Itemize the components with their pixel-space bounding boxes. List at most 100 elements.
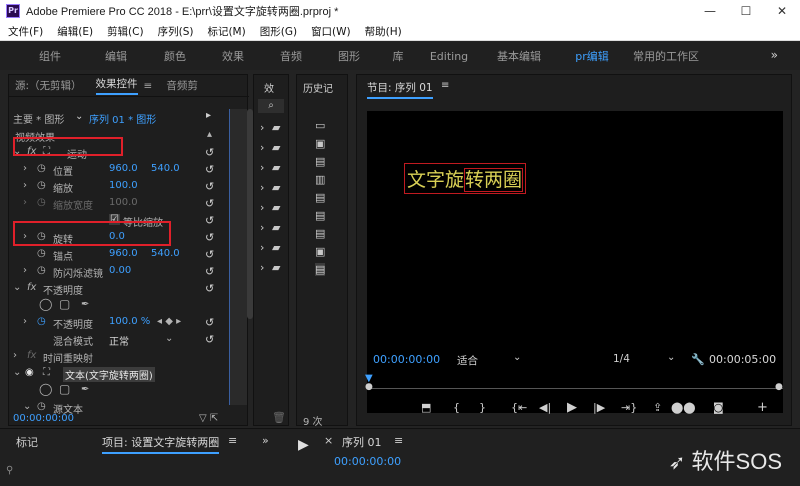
current-timecode[interactable]: 00:00:00:00 — [373, 353, 440, 366]
visibility-eye-icon[interactable]: ◉ — [25, 367, 34, 378]
menu-clip[interactable]: 剪辑(C) — [107, 24, 144, 39]
menu-sequence[interactable]: 序列(S) — [158, 24, 194, 39]
collapse-triangle-icon[interactable]: ▴ — [207, 129, 212, 140]
expand-arrow-icon[interactable]: › — [260, 141, 264, 154]
tab-project[interactable]: 项目: 设置文字旋转两圈 — [102, 434, 220, 454]
wrench-icon[interactable]: 🔧 — [691, 353, 705, 366]
reset-icon[interactable]: ↺ — [205, 197, 214, 210]
keyframe-timeline-strip[interactable] — [229, 109, 247, 405]
effects-panel-title[interactable]: 效 — [264, 80, 274, 95]
go-to-out-icon[interactable]: ⇥} — [621, 401, 637, 414]
antiflicker-value[interactable]: 0.00 — [109, 265, 131, 276]
folder-icon[interactable]: ▰ — [272, 161, 280, 174]
history-step-icon[interactable]: ▥ — [315, 173, 325, 186]
tool-selection-icon[interactable]: ▶ — [298, 437, 309, 453]
history-step-icon[interactable]: ▤ — [315, 227, 325, 240]
workspace-tab-color[interactable]: 颜色 — [146, 48, 204, 64]
scale-value[interactable]: 100.0 — [109, 180, 138, 191]
master-clip-label[interactable]: 主要 * 图形 — [13, 111, 64, 126]
menu-graphics[interactable]: 图形(G) — [260, 24, 297, 39]
chevron-down-icon[interactable]: ⌄ — [667, 352, 675, 363]
stopwatch-icon[interactable]: ◷ — [37, 248, 46, 259]
mark-in-icon[interactable]: { — [453, 401, 460, 414]
mark-out-icon[interactable]: } — [479, 401, 486, 414]
tab-source[interactable]: 源:（无剪辑） — [15, 78, 82, 93]
history-step-icon[interactable]: ▤ — [315, 263, 326, 276]
history-step-icon[interactable]: ▤ — [315, 155, 325, 168]
pen-mask-icon[interactable]: ✒ — [81, 384, 89, 395]
step-back-icon[interactable]: ◀| — [539, 401, 551, 414]
position-y-value[interactable]: 540.0 — [151, 163, 180, 174]
text-layer-label[interactable]: 文本(文字旋转两圈) — [63, 367, 155, 382]
add-marker-icon[interactable]: ⬒ — [421, 401, 431, 414]
rectangle-mask-icon[interactable]: ▢ — [59, 297, 70, 311]
monitor-time-ruler[interactable] — [367, 375, 783, 389]
reset-icon[interactable]: ↺ — [205, 282, 214, 295]
anchor-x-value[interactable]: 960.0 — [109, 248, 138, 259]
folder-icon[interactable]: ▰ — [272, 261, 280, 274]
keyframe-nav-icon[interactable]: ◂ ◆ ▸ — [157, 316, 181, 327]
expand-chevron-icon[interactable]: ⌄ — [13, 367, 21, 378]
workspace-tab-libraries[interactable]: 库 — [378, 48, 418, 64]
row-opacity-section[interactable]: ⌄ fx 不透明度 ↺ — [9, 280, 221, 297]
chevron-down-icon[interactable]: ⌄ — [513, 352, 521, 363]
play-triangle-icon[interactable]: ▸ — [206, 110, 211, 121]
workspace-tab-editing-cn[interactable]: 编辑 — [86, 48, 146, 64]
program-video-canvas[interactable] — [367, 111, 783, 413]
ruler-start-icon[interactable]: ● — [365, 382, 373, 392]
expand-arrow-icon[interactable]: › — [13, 350, 17, 361]
ellipse-mask-icon[interactable]: ◯ — [39, 382, 52, 396]
maximize-button[interactable]: ☐ — [728, 0, 764, 22]
history-step-icon[interactable]: ▣ — [315, 245, 325, 258]
panel-menu-icon[interactable]: ≡ — [394, 434, 403, 447]
expand-panels-icon[interactable]: » — [262, 434, 269, 447]
sequence-timecode[interactable]: 00:00:00:00 — [334, 455, 401, 468]
history-step-icon[interactable]: ▣ — [315, 137, 325, 150]
expand-arrow-icon[interactable]: › — [23, 163, 27, 174]
add-button-icon[interactable]: + — [757, 400, 768, 415]
search-icon[interactable]: ⌕ — [258, 99, 284, 113]
workspace-tab-assembly[interactable]: 组件 — [14, 48, 86, 64]
panel-menu-icon[interactable]: ≡ — [228, 434, 237, 447]
stopwatch-icon[interactable]: ◷ — [37, 163, 46, 174]
folder-icon[interactable]: ▰ — [272, 201, 280, 214]
workspace-tab-pr-edit[interactable]: pr编辑 — [558, 48, 626, 64]
menu-window[interactable]: 窗口(W) — [311, 24, 351, 39]
position-x-value[interactable]: 960.0 — [109, 163, 138, 174]
expand-arrow-icon[interactable]: › — [23, 180, 27, 191]
expand-arrow-icon[interactable]: › — [260, 261, 264, 274]
lift-icon[interactable]: ⇪ — [653, 401, 662, 414]
reset-icon[interactable]: ↺ — [205, 316, 214, 329]
history-step-icon[interactable]: ▤ — [315, 191, 325, 204]
expand-arrow-icon[interactable]: › — [260, 121, 264, 134]
menu-edit[interactable]: 编辑(E) — [57, 24, 93, 39]
expand-arrow-icon[interactable]: › — [260, 241, 264, 254]
tab-audio-clip-mixer[interactable]: 音频剪 — [166, 78, 198, 93]
workspace-tab-basic-edit[interactable]: 基本编辑 — [480, 48, 558, 64]
reset-icon[interactable]: ↺ — [205, 146, 214, 159]
program-title-text[interactable]: 文字旋转两圈 — [404, 163, 527, 194]
opacity-value[interactable]: 100.0 % — [109, 316, 150, 327]
tab-markers[interactable]: 标记 — [16, 434, 38, 450]
workspace-tab-common[interactable]: 常用的工作区 — [626, 48, 706, 64]
reset-icon[interactable]: ↺ — [205, 231, 214, 244]
history-step-icon[interactable]: ▭ — [315, 119, 325, 132]
folder-icon[interactable]: ▰ — [272, 221, 280, 234]
close-button[interactable]: ✕ — [764, 0, 800, 22]
filter-icon[interactable]: ▽ ⇱ — [199, 413, 218, 424]
reset-icon[interactable]: ↺ — [205, 180, 214, 193]
fx-badge-icon[interactable]: fx — [27, 282, 36, 293]
reset-icon[interactable]: ↺ — [205, 214, 214, 227]
go-to-in-icon[interactable]: {⇤ — [511, 401, 527, 414]
workspace-tab-graphics[interactable]: 图形 — [320, 48, 378, 64]
folder-icon[interactable]: ▰ — [272, 121, 280, 134]
program-monitor-title[interactable]: 节目: 序列 01 — [367, 80, 433, 99]
panel-menu-icon[interactable]: ≡ — [144, 80, 153, 92]
reset-icon[interactable]: ↺ — [205, 265, 214, 278]
history-step-icon[interactable]: ▤ — [315, 209, 325, 222]
anchor-y-value[interactable]: 540.0 — [151, 248, 180, 259]
expand-arrow-icon[interactable]: › — [260, 221, 264, 234]
workspace-tab-effects[interactable]: 效果 — [204, 48, 262, 64]
extract-icon[interactable]: ⬤⬤ — [671, 401, 696, 414]
expand-arrow-icon[interactable]: › — [260, 161, 264, 174]
